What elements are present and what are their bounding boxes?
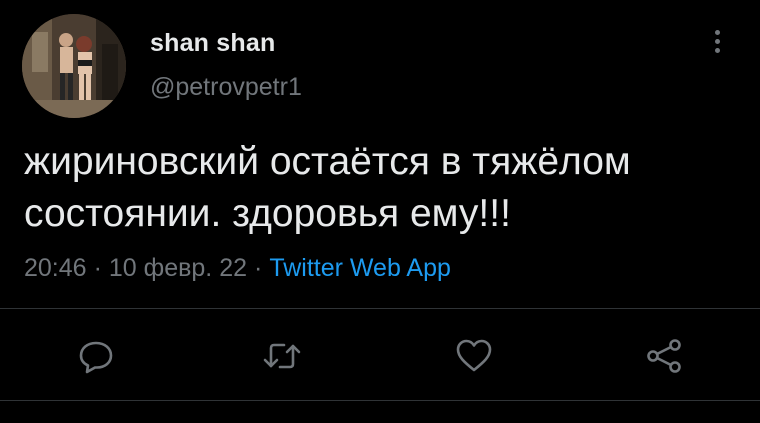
more-dot (715, 30, 720, 35)
like-button[interactable] (454, 336, 494, 376)
retweet-icon (263, 343, 301, 369)
more-dot (715, 39, 720, 44)
more-options-icon[interactable] (706, 24, 730, 60)
retweet-button[interactable] (262, 336, 302, 376)
comment-icon (79, 341, 113, 374)
tweet-metadata: 20:46 · 10 февр. 22 · Twitter Web App (24, 252, 451, 284)
tweet-time[interactable]: 20:46 (24, 254, 87, 282)
display-name[interactable]: shan shan (150, 28, 275, 58)
reply-button[interactable] (76, 336, 116, 376)
profile-photo-icon (22, 14, 126, 118)
tweet-source-link[interactable]: Twitter Web App (269, 254, 451, 282)
username[interactable]: @petrovpetr1 (150, 72, 302, 102)
divider (0, 400, 760, 401)
avatar[interactable] (22, 14, 126, 118)
divider (0, 308, 760, 309)
heart-icon (456, 339, 492, 372)
tweet-date[interactable]: 10 февр. 22 (109, 254, 247, 282)
tweet-card: shan shan @petrovpetr1 жириновский остаё… (0, 0, 760, 423)
tweet-text: жириновский остаётся в тяжёлом состоянии… (24, 140, 631, 235)
more-dot (715, 48, 720, 53)
meta-separator: · (93, 254, 102, 282)
share-icon (647, 339, 681, 373)
meta-separator: · (254, 254, 263, 282)
share-button[interactable] (644, 336, 684, 376)
